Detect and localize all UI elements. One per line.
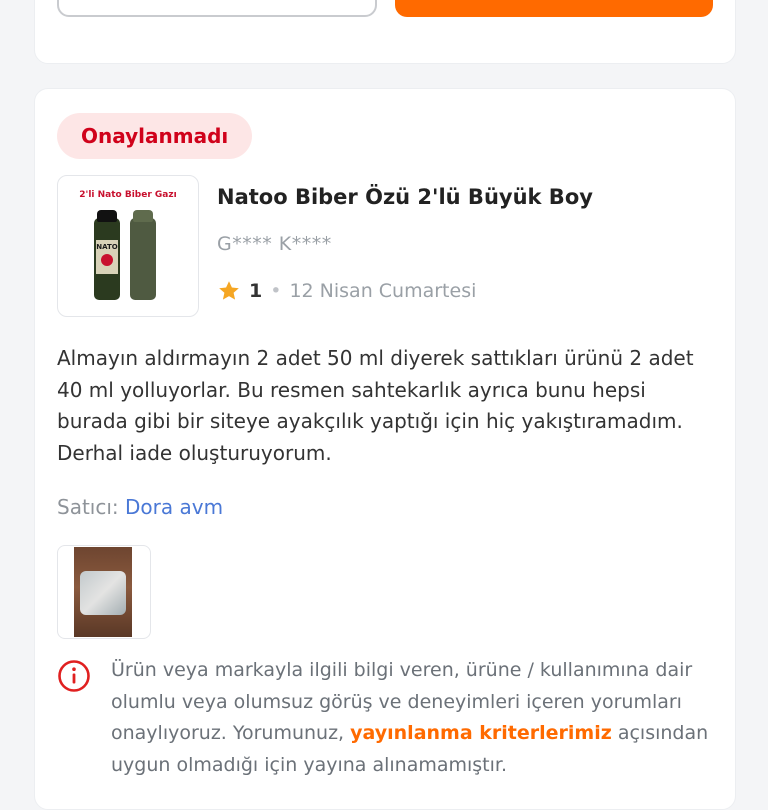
review-actions-card: Sil Düzenle [34, 0, 736, 64]
product-title[interactable]: Natoo Biber Özü 2'lü Büyük Boy [217, 185, 593, 209]
spray-can-black: NATO [94, 210, 120, 300]
product-thumbnail[interactable]: 2'li Nato Biber Gazı NATO [57, 175, 199, 317]
seller-label: Satıcı: [57, 495, 119, 519]
review-author: G**** K**** [217, 233, 332, 255]
rating-value: 1 [249, 280, 263, 302]
rating-row: 1 • 12 Nisan Cumartesi [217, 279, 476, 303]
review-date: 12 Nisan Cumartesi [289, 280, 477, 302]
review-photo[interactable] [57, 545, 151, 639]
review-card: Onaylanmadı 2'li Nato Biber Gazı NATO Na… [34, 88, 736, 810]
product-image-caption: 2'li Nato Biber Gazı [79, 190, 177, 200]
info-circle-icon [58, 660, 90, 692]
star-icon [219, 281, 239, 300]
product-image-can-label: NATO [96, 243, 118, 251]
moderation-notice: Ürün veya markayla ilgili bilgi veren, ü… [111, 655, 711, 781]
review-comment: Almayın aldırmayın 2 adet 50 ml diyerek … [57, 346, 694, 465]
seller-link[interactable]: Dora avm [125, 495, 223, 519]
edit-button[interactable]: Düzenle [395, 0, 713, 17]
status-badge: Onaylanmadı [57, 113, 253, 159]
separator-dot: • [270, 280, 282, 302]
publishing-criteria-link[interactable]: yayınlanma kriterlerimiz [350, 722, 612, 744]
delete-button[interactable]: Sil [57, 0, 377, 17]
spray-can-green [130, 210, 156, 300]
seller-info: Satıcı: Dora avm [57, 495, 223, 519]
